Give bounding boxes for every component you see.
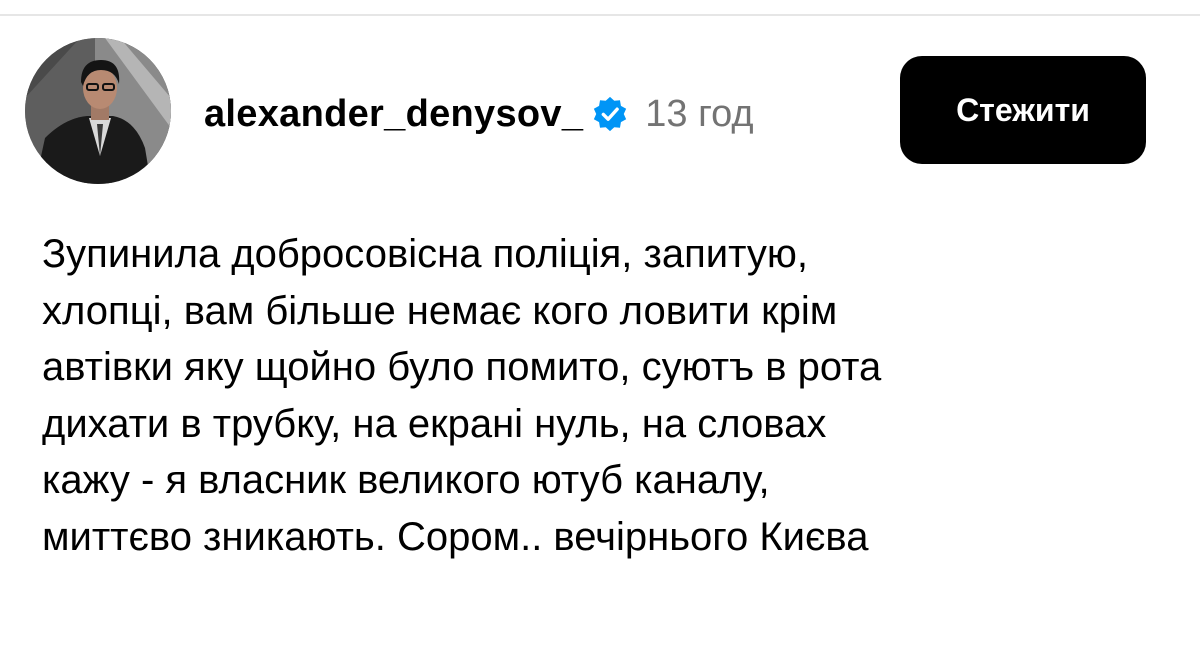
caption-line: Зупинила добросовісна поліція, запитую, bbox=[42, 232, 808, 276]
follow-button[interactable]: Стежити bbox=[900, 56, 1146, 164]
user-line: alexander_denysov_ 13 год bbox=[204, 86, 754, 142]
avatar-photo bbox=[25, 38, 171, 184]
top-divider bbox=[0, 14, 1200, 16]
username-link[interactable]: alexander_denysov_ bbox=[204, 93, 583, 136]
post-header: alexander_denysov_ 13 год Стежити bbox=[22, 38, 1182, 186]
caption-line: автівки яку щойно було помито, суютъ в р… bbox=[42, 345, 882, 389]
avatar[interactable] bbox=[25, 38, 171, 184]
caption-line: миттєво зникають. Сором.. вечірнього Киє… bbox=[42, 514, 869, 559]
caption-line: кажу - я власник великого ютуб каналу, bbox=[42, 458, 770, 502]
post-timestamp[interactable]: 13 год bbox=[645, 93, 753, 136]
caption-line: хлопці, вам більше немає кого ловити крі… bbox=[42, 288, 838, 333]
verified-badge-icon bbox=[591, 95, 629, 133]
caption-line: дихати в трубку, на екрані нуль, на слов… bbox=[42, 401, 827, 446]
post-caption: Зупинила добросовісна поліція, запитую, … bbox=[42, 226, 1162, 565]
